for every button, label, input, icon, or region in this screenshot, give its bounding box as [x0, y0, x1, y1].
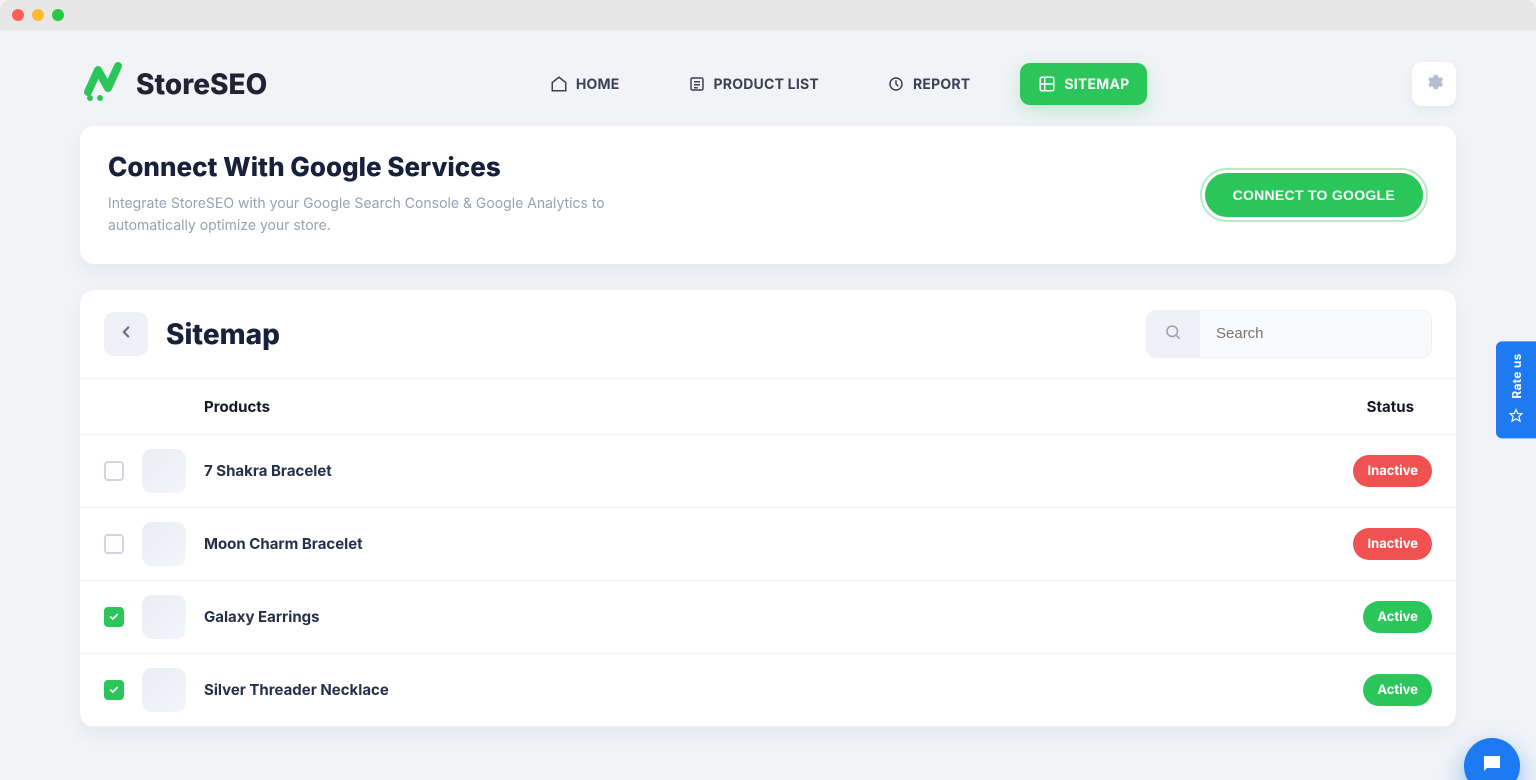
table-row: Galaxy Earrings Active [80, 581, 1456, 654]
status-badge[interactable]: Inactive [1353, 455, 1432, 487]
nav-product-list[interactable]: PRODUCT LIST [670, 63, 837, 105]
nav-label: PRODUCT LIST [714, 76, 819, 93]
chat-icon [1480, 752, 1504, 780]
product-name: Galaxy Earrings [204, 607, 320, 626]
list-icon [688, 75, 706, 93]
row-checkbox[interactable] [104, 607, 124, 627]
connect-button-outline: CONNECT TO GOOGLE [1200, 168, 1428, 222]
table-row: Silver Threader Necklace Active [80, 654, 1456, 727]
product-name: Moon Charm Bracelet [204, 534, 363, 553]
status-badge[interactable]: Inactive [1353, 528, 1432, 560]
gear-icon [1424, 72, 1444, 96]
back-button[interactable] [104, 312, 148, 356]
nav-sitemap[interactable]: SITEMAP [1020, 63, 1147, 105]
window-close-icon[interactable] [12, 9, 24, 21]
search-icon-button[interactable] [1146, 310, 1200, 358]
brand-name: StoreSEO [136, 67, 267, 101]
connect-title: Connect With Google Services [108, 152, 648, 183]
brand-logo-icon [80, 60, 126, 108]
product-thumbnail [142, 449, 186, 493]
sitemap-panel: Sitemap Products Status [80, 290, 1456, 727]
window-titlebar [0, 0, 1536, 30]
status-badge[interactable]: Active [1363, 601, 1432, 633]
table-row: Moon Charm Bracelet Inactive [80, 508, 1456, 581]
connect-banner: Connect With Google Services Integrate S… [80, 126, 1456, 264]
top-nav: StoreSEO HOME [80, 54, 1456, 126]
connect-to-google-button[interactable]: CONNECT TO GOOGLE [1205, 173, 1423, 217]
rate-us-label: Rate us [1509, 353, 1524, 398]
connect-subtitle: Integrate StoreSEO with your Google Sear… [108, 193, 648, 238]
product-name: Silver Threader Necklace [204, 680, 389, 699]
nav-links: HOME PRODUCT LIST [532, 63, 1148, 105]
window-maximize-icon[interactable] [52, 9, 64, 21]
search-input[interactable] [1200, 310, 1432, 358]
nav-label: REPORT [913, 76, 970, 93]
table-row: 7 Shakra Bracelet Inactive [80, 435, 1456, 508]
status-badge[interactable]: Active [1363, 674, 1432, 706]
report-icon [887, 75, 905, 93]
product-thumbnail [142, 595, 186, 639]
product-name: 7 Shakra Bracelet [204, 461, 332, 480]
row-checkbox[interactable] [104, 534, 124, 554]
rate-us-tab[interactable]: Rate us [1496, 341, 1536, 438]
brand: StoreSEO [80, 60, 267, 108]
row-checkbox[interactable] [104, 461, 124, 481]
nav-label: SITEMAP [1064, 76, 1129, 93]
sitemap-header: Sitemap [80, 290, 1456, 379]
settings-button[interactable] [1412, 62, 1456, 106]
product-thumbnail [142, 668, 186, 712]
row-checkbox[interactable] [104, 680, 124, 700]
search-icon [1164, 323, 1182, 345]
nav-label: HOME [576, 76, 620, 93]
chevron-left-icon [117, 323, 135, 345]
product-thumbnail [142, 522, 186, 566]
column-products: Products [104, 397, 270, 416]
table-columns: Products Status [80, 379, 1456, 435]
nav-report[interactable]: REPORT [869, 63, 988, 105]
column-status: Status [1367, 397, 1432, 416]
nav-home[interactable]: HOME [532, 63, 638, 105]
chat-fab[interactable] [1464, 738, 1520, 780]
home-icon [550, 75, 568, 93]
star-icon [1509, 407, 1523, 427]
sitemap-icon [1038, 75, 1056, 93]
window-minimize-icon[interactable] [32, 9, 44, 21]
search-group [1146, 310, 1432, 358]
page-title: Sitemap [166, 317, 280, 351]
